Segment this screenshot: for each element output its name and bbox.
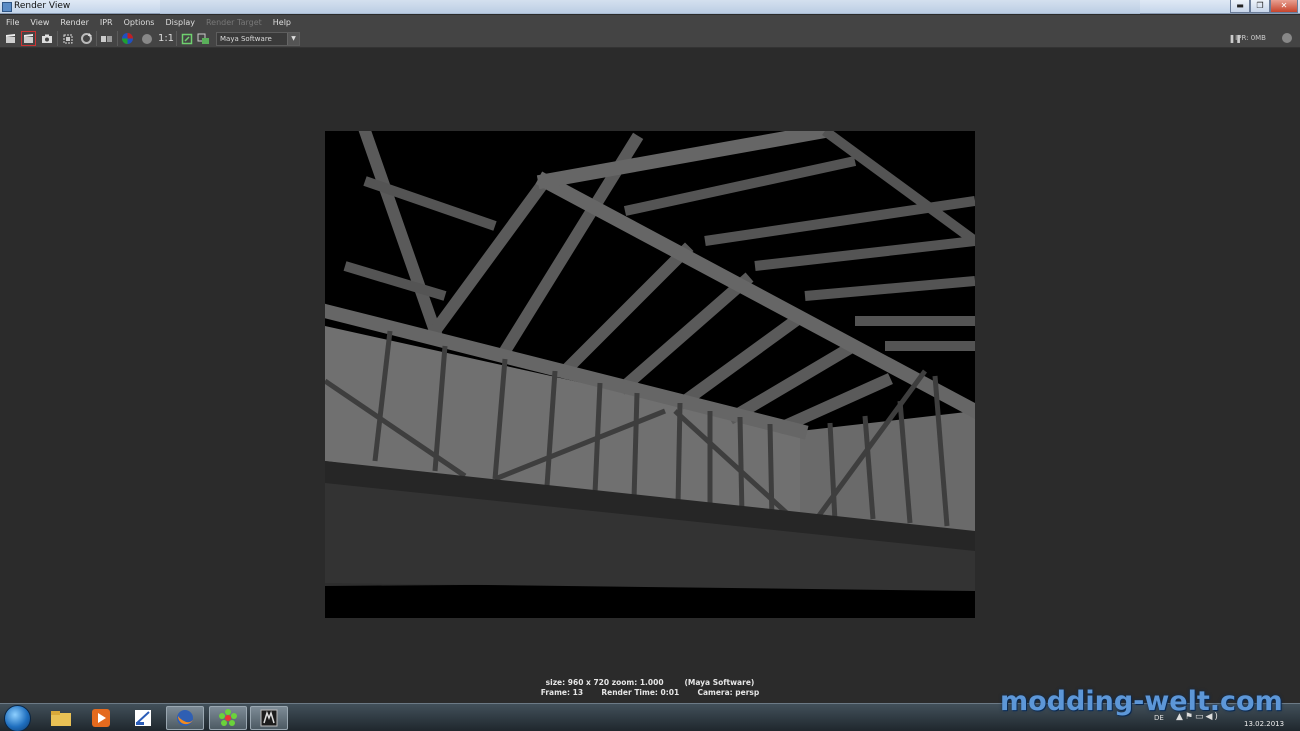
media-player-icon[interactable] — [82, 706, 120, 730]
renderer-selected-value: Maya Software — [220, 35, 272, 43]
menu-display[interactable]: Display — [165, 18, 195, 27]
render-settings-icon[interactable] — [196, 31, 211, 46]
clapper-icon[interactable] — [3, 31, 18, 46]
rendered-roof-frame — [325, 131, 975, 618]
start-button[interactable] — [4, 705, 31, 731]
real-size-icon[interactable]: 1:1 — [157, 31, 175, 46]
toolbar: 1:1 Maya Software ▼ ❚❚ IPR: 0MB — [0, 29, 1300, 48]
render-view-window: Render View ▬ ❐ ✕ File View Render IPR O… — [0, 0, 1300, 731]
display-icon[interactable] — [179, 31, 194, 46]
maya-app-icon — [2, 2, 12, 12]
menu-bar: File View Render IPR Options Display Ren… — [0, 15, 1300, 29]
monitor-icon[interactable]: ▭ — [1195, 712, 1206, 722]
maximize-button[interactable]: ❐ — [1250, 0, 1270, 13]
title-bar: Render View ▬ ❐ ✕ — [0, 0, 1300, 14]
keep-image-icon[interactable] — [99, 31, 114, 46]
window-title: Render View — [14, 1, 71, 11]
menu-ipr[interactable]: IPR — [100, 18, 113, 27]
menu-file[interactable]: File — [6, 18, 19, 27]
refresh-icon[interactable] — [79, 31, 94, 46]
ipr-clapper-icon[interactable] — [21, 31, 36, 46]
rgb-channel-icon[interactable] — [120, 31, 135, 46]
maya-icon[interactable] — [250, 706, 288, 730]
menu-help[interactable]: Help — [273, 18, 291, 27]
title-path-strip — [160, 0, 1140, 14]
icq-icon[interactable] — [209, 706, 247, 730]
paint-icon[interactable] — [124, 706, 162, 730]
explorer-icon[interactable] — [42, 706, 80, 730]
window-controls: ▬ ❐ ✕ — [1230, 0, 1298, 13]
region-render-icon[interactable] — [60, 31, 75, 46]
rendered-image — [325, 131, 975, 618]
system-tray-icons[interactable]: ▲⚑▭◀) — [1176, 712, 1220, 722]
ipr-status-indicator[interactable] — [1282, 33, 1292, 43]
language-indicator[interactable]: DE — [1154, 714, 1164, 722]
close-button[interactable]: ✕ — [1270, 0, 1298, 13]
network-icon[interactable]: ▲ — [1176, 712, 1185, 722]
firefox-icon[interactable] — [166, 706, 204, 730]
alpha-channel-icon[interactable] — [139, 31, 154, 46]
chevron-down-icon: ▼ — [287, 33, 299, 45]
camera-icon[interactable] — [39, 31, 54, 46]
menu-render[interactable]: Render — [60, 18, 88, 27]
menu-options[interactable]: Options — [124, 18, 155, 27]
ipr-memory-status: IPR: 0MB — [1235, 34, 1266, 42]
renderer-dropdown[interactable]: Maya Software ▼ — [216, 32, 300, 46]
menu-view[interactable]: View — [30, 18, 49, 27]
volume-icon[interactable]: ◀) — [1206, 712, 1220, 722]
watermark-logo: modding-welt.com — [1000, 686, 1283, 717]
flag-icon[interactable]: ⚑ — [1185, 712, 1195, 722]
minimize-button[interactable]: ▬ — [1230, 0, 1250, 13]
menu-render-target: Render Target — [205, 17, 262, 27]
clock-date[interactable]: 13.02.2013 — [1244, 720, 1284, 728]
render-view-panel[interactable]: size: 960 x 720 zoom: 1.000 (Maya Softwa… — [2, 49, 1298, 703]
